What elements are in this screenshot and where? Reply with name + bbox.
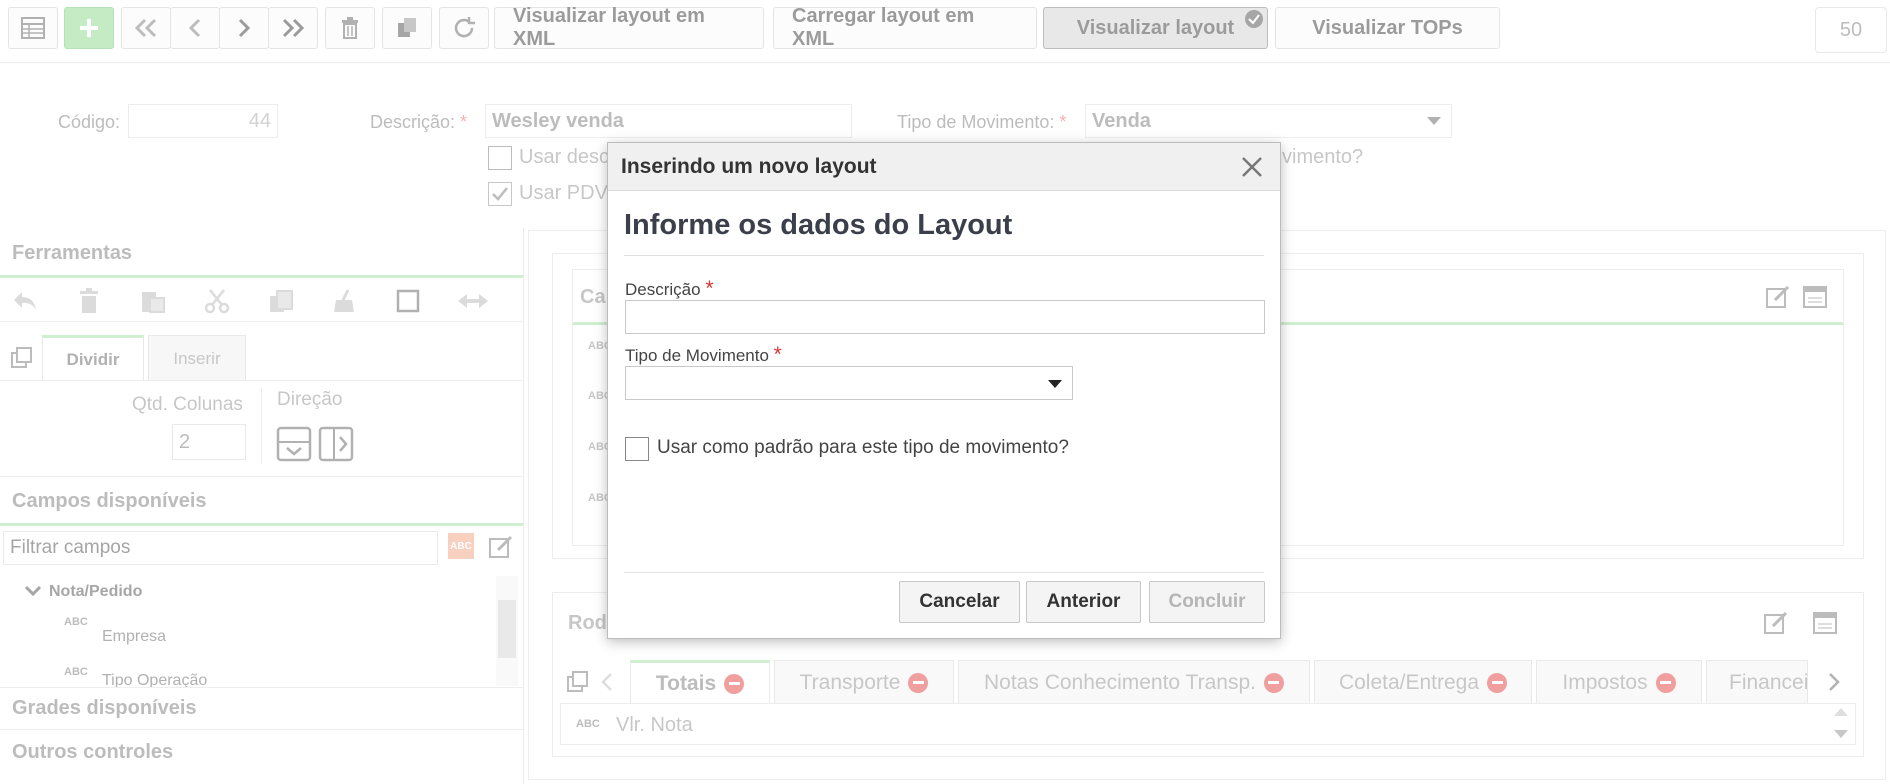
required-asterisk: * [773, 343, 782, 366]
modal-tipo-movimento-select[interactable] [625, 366, 1073, 400]
usar-como-padrao-label: Usar como padrão para este tipo de movim… [657, 437, 1069, 458]
close-icon[interactable] [1240, 155, 1264, 179]
modal-tipo-movimento-label: Tipo de Movimento * [625, 343, 782, 367]
footer-divider [624, 572, 1264, 573]
dialog-heading: Informe os dados do Layout [624, 209, 1013, 241]
modal-tipo-label-text: Tipo de Movimento [625, 346, 769, 365]
modal-descricao-input[interactable] [625, 300, 1265, 334]
required-asterisk: * [705, 277, 714, 300]
new-layout-dialog: Inserindo um novo layout Informe os dado… [607, 142, 1281, 639]
heading-divider [624, 255, 1264, 256]
dialog-title: Inserindo um novo layout [621, 155, 877, 178]
modal-descricao-label: Descrição * [625, 277, 714, 301]
dialog-header: Inserindo um novo layout [608, 143, 1280, 191]
cancel-button[interactable]: Cancelar [899, 581, 1020, 623]
finish-button[interactable]: Concluir [1149, 581, 1265, 623]
usar-como-padrao-checkbox[interactable] [625, 437, 649, 461]
previous-button[interactable]: Anterior [1026, 581, 1141, 623]
chevron-down-icon [1048, 380, 1062, 388]
modal-descricao-label-text: Descrição [625, 280, 701, 299]
